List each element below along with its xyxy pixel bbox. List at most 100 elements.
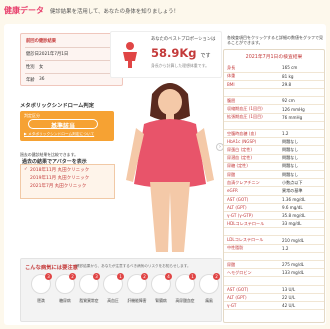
result-item-name[interactable] — [224, 227, 279, 237]
results-row[interactable]: HDLコレステロール 33 mg/dL — [224, 219, 324, 229]
result-item-name[interactable]: 拡張期血圧 (1回目) — [224, 113, 279, 122]
illness-item[interactable]: 1 高尿酸血症 — [175, 273, 196, 314]
result-item-name[interactable]: ヘモグロビン — [224, 268, 279, 278]
result-item-name[interactable]: 空腹時血糖 (血) — [224, 129, 279, 139]
illness-item[interactable]: 3 肥満 — [31, 273, 52, 314]
results-row[interactable]: HbA1c (NGSP) 問題なし — [224, 137, 324, 147]
results-row[interactable]: BMI 29.8 — [224, 80, 324, 90]
results-row[interactable]: 拡張期血圧 (1回目) 76 mmHg — [224, 113, 324, 122]
result-item-name[interactable]: AST (GOT) — [224, 285, 279, 294]
result-item-name[interactable]: 尿蛋白 (定性) — [224, 145, 279, 155]
history-item[interactable]: 2018年11月 丸田クリニック — [30, 167, 89, 173]
results-row[interactable]: 身長 165 cm — [224, 64, 324, 73]
results-row[interactable]: eGFR 異常の基準 — [224, 186, 324, 196]
history-section: 過去の健診結果を比較できます。 過去の結果でアバターを表示 2018年11月 丸… — [20, 152, 115, 199]
illness-item[interactable]: 1 高血圧 — [103, 273, 124, 314]
results-row[interactable]: 尿潜血 (定性) 問題なし — [224, 154, 324, 163]
results-row[interactable]: 腹囲 92 cm — [224, 96, 324, 106]
result-item-value: 275 mg/dL — [279, 260, 324, 270]
result-item-value: 165 cm — [279, 64, 324, 73]
results-row[interactable] — [224, 227, 324, 237]
result-item-value: 42 U/L — [279, 301, 324, 311]
illness-item[interactable]: 2 糖尿病 — [55, 273, 76, 314]
result-item-name[interactable]: 腹囲 — [224, 96, 279, 106]
result-item-name[interactable]: HDLコレステロール — [224, 219, 279, 229]
metabolic-result-box: 判定区分 基準該当 ▶ メタボリックシンドローム判定について — [20, 111, 114, 141]
result-item-name[interactable]: 中性脂肪 — [224, 244, 279, 253]
result-item-name[interactable]: 尿糖 (定性) — [224, 162, 279, 171]
illness-item[interactable]: 2 肝機能障害 — [127, 273, 148, 314]
result-item-value: 81 kg — [279, 72, 324, 81]
result-item-name[interactable]: 体重 — [224, 72, 279, 81]
age-value: 36 — [39, 77, 45, 82]
risk-badge: 2 — [141, 273, 148, 280]
result-item-name[interactable]: AST (GOT) — [224, 195, 279, 204]
illness-name: 肝機能障害 — [127, 298, 147, 303]
risk-badge: 1 — [189, 273, 196, 280]
result-item-value: 33 mg/dL — [279, 219, 324, 229]
results-row[interactable]: AST (GOT) 1.36 mg/dL — [224, 195, 324, 204]
avatar-figure — [126, 83, 214, 252]
history-item[interactable]: 2021年7月 丸田クリニック — [30, 183, 86, 189]
results-row[interactable]: 空腹時血糖 (血) 1.2 — [224, 129, 324, 139]
results-row[interactable] — [224, 88, 324, 98]
result-item-name[interactable] — [224, 88, 279, 98]
result-item-name[interactable]: 血清クレアチニン — [224, 178, 279, 188]
health-data-page: 健康データ 健診結果を活用して、あなたの身体を知りましょう！ 前回の健診結果 健… — [0, 0, 330, 329]
result-item-name[interactable]: eGFR — [224, 186, 279, 196]
result-item-name[interactable]: ALT (GPT) — [224, 293, 279, 302]
result-item-name[interactable] — [224, 252, 279, 262]
results-row[interactable]: 尿酸 問題なし — [224, 170, 324, 180]
result-item-value — [279, 121, 324, 131]
results-row[interactable]: 尿酸 275 mg/dL — [224, 260, 324, 270]
result-item-name[interactable]: LDLコレステロール — [224, 235, 279, 245]
illness-item[interactable]: 2 痛風 — [199, 273, 220, 314]
results-row[interactable]: γ-GT (γ-GTP) 35.8 mg/dL — [224, 211, 324, 221]
result-item-name[interactable]: γ-GT (γ-GTP) — [224, 211, 279, 221]
results-row[interactable]: AST (GOT) 13 U/L — [224, 285, 324, 294]
result-item-value: 13 U/L — [279, 285, 324, 294]
results-row[interactable]: γ-GT 42 U/L — [224, 301, 324, 311]
results-date: 2021年7月1日の検査結果 — [245, 55, 303, 60]
result-item-value: 1.2 — [279, 129, 324, 139]
result-item-name[interactable] — [224, 276, 279, 286]
results-row[interactable]: 尿糖 (定性) 問題なし — [224, 162, 324, 171]
result-item-name[interactable]: 収縮期血圧 (1回目) — [224, 104, 279, 114]
result-item-name[interactable]: HbA1c (NGSP) — [224, 137, 279, 147]
results-row[interactable] — [224, 121, 324, 131]
history-item[interactable]: 2019年11月 丸田クリニック — [30, 175, 89, 181]
result-item-name[interactable]: BMI — [224, 80, 279, 90]
illness-item[interactable]: 3 脂質異常症 — [79, 273, 100, 314]
results-row[interactable] — [224, 276, 324, 286]
risk-badge: 4 — [165, 273, 172, 280]
metabolic-link[interactable]: ▶ メタボリックシンドローム判定について — [24, 132, 94, 137]
result-item-value: 異常の基準 — [279, 186, 324, 196]
risk-badge: 3 — [93, 273, 100, 280]
divider — [25, 73, 118, 74]
result-item-value: 22 U/L — [279, 293, 324, 302]
best-proportion-card: あなたのベストプロポーションは 58.9Kg です 身長から計算した理想体重です… — [110, 31, 222, 78]
results-row[interactable]: 体重 81 kg — [224, 72, 324, 81]
results-row[interactable]: ALT (GPT) 9.6 mg/dL — [224, 203, 324, 212]
results-row[interactable]: 尿蛋白 (定性) 問題なし — [224, 145, 324, 155]
result-item-name[interactable]: γ-GT — [224, 301, 279, 311]
results-row[interactable]: ALT (GPT) 22 U/L — [224, 293, 324, 302]
result-item-value: 問題なし — [279, 137, 324, 147]
illness-name: 高尿酸血症 — [175, 298, 195, 303]
results-row[interactable]: LDLコレステロール 210 mg/dL — [224, 235, 324, 245]
risk-badge: 1 — [117, 273, 124, 280]
result-item-name[interactable]: 尿酸 — [224, 170, 279, 180]
result-item-name[interactable]: 尿潜血 (定性) — [224, 154, 279, 163]
results-row[interactable]: 血清クレアチニン 小数点以下 — [224, 178, 324, 188]
checkbox-icon[interactable]: ✓ — [24, 167, 28, 172]
results-row[interactable] — [224, 252, 324, 262]
result-item-name[interactable]: 尿酸 — [224, 260, 279, 270]
results-row[interactable]: 収縮期血圧 (1回目) 126 mmHg — [224, 104, 324, 114]
result-item-name[interactable]: ALT (GPT) — [224, 203, 279, 212]
result-item-name[interactable] — [224, 121, 279, 131]
result-item-name[interactable]: 身長 — [224, 64, 279, 73]
results-row[interactable]: 中性脂肪 1.2 — [224, 244, 324, 253]
illness-item[interactable]: 4 腎臓病 — [151, 273, 172, 314]
results-row[interactable]: ヘモグロビン 133 mg/dL — [224, 268, 324, 278]
person-icon — [123, 42, 137, 68]
